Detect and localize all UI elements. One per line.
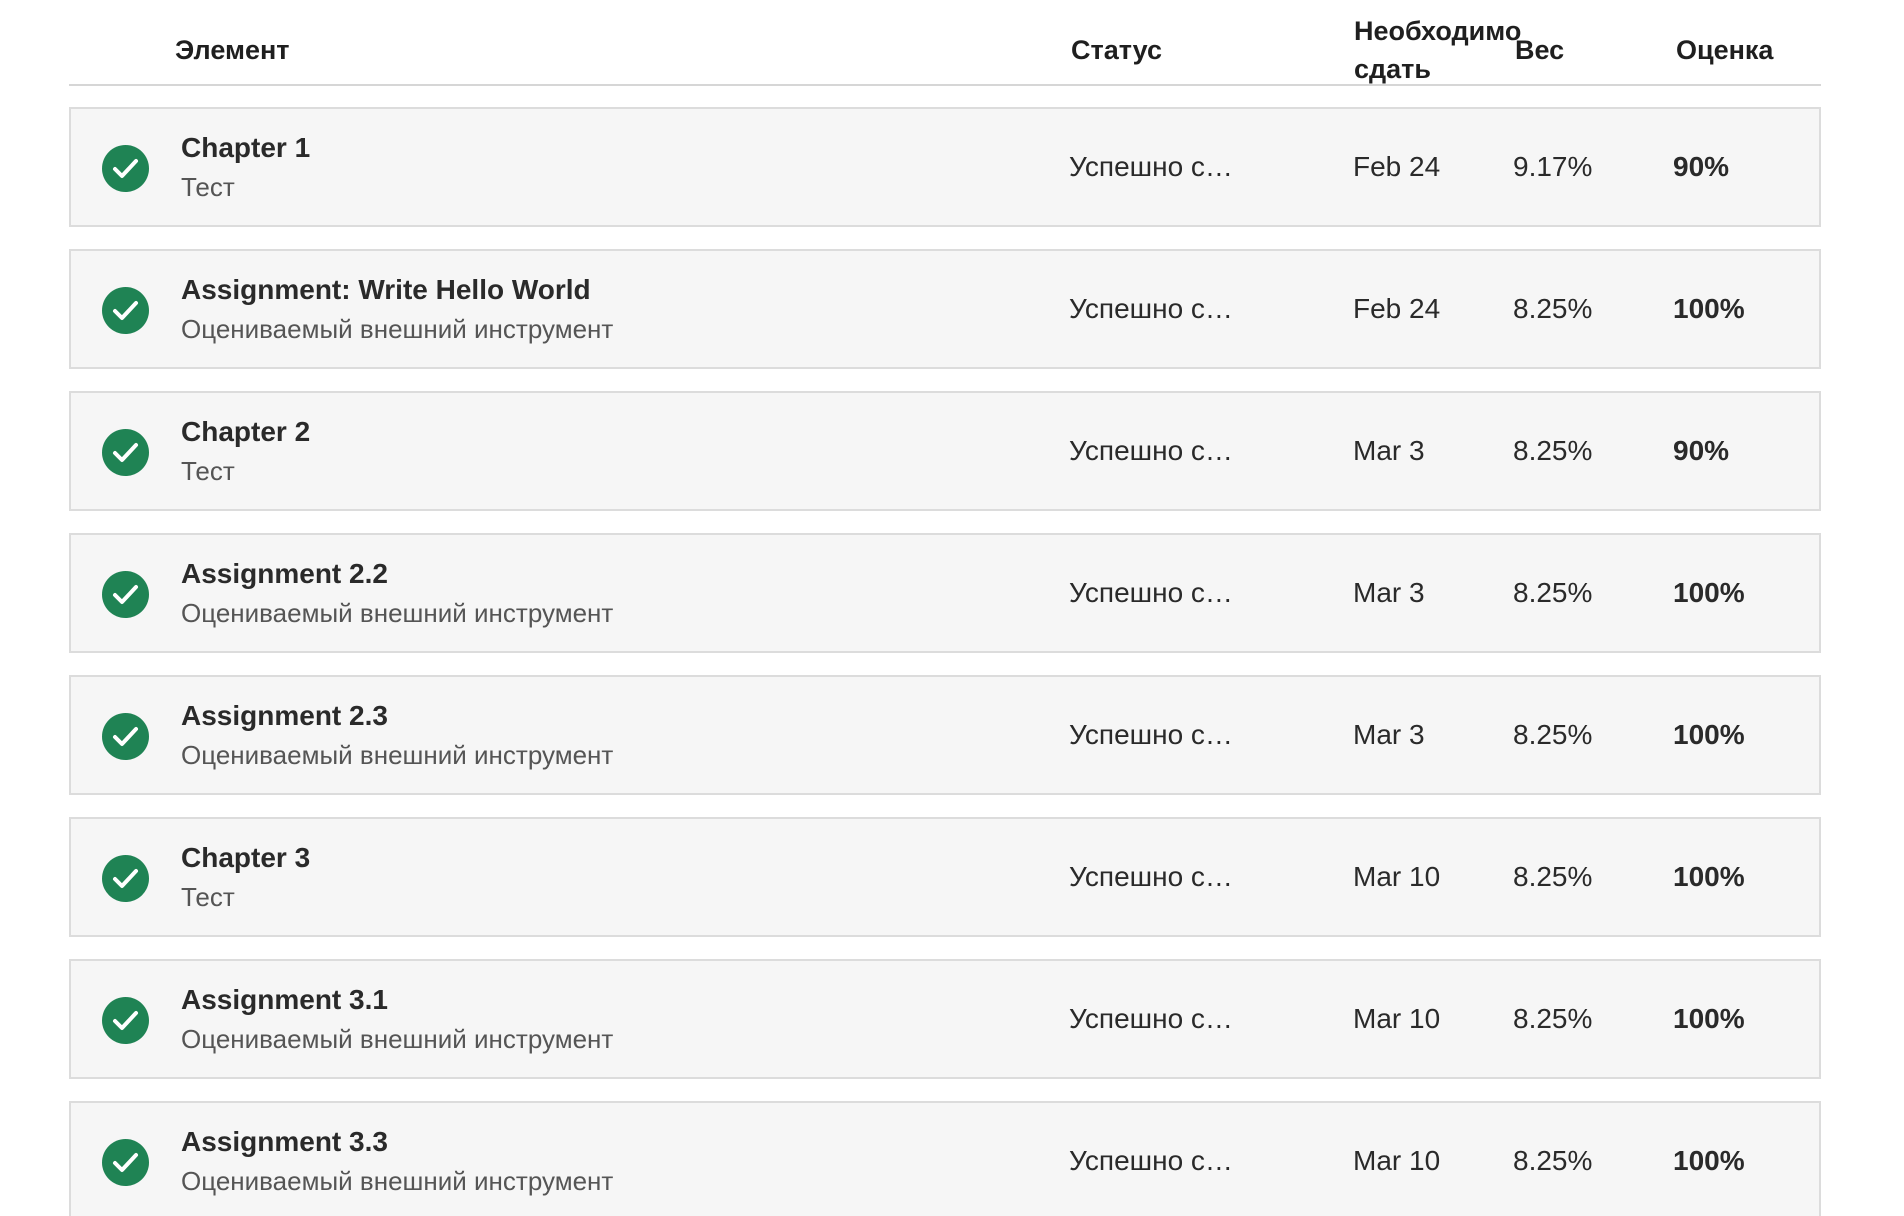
status-text: Успешно с… <box>1069 1003 1233 1034</box>
check-circle-icon <box>102 571 149 618</box>
weight-value: 9.17% <box>1513 151 1593 182</box>
check-circle-icon <box>102 997 149 1044</box>
item-title-link[interactable]: Assignment: Write Hello World <box>181 273 591 307</box>
column-header-weight[interactable]: Вес <box>1515 33 1564 67</box>
weight-value: 8.25% <box>1513 435 1593 466</box>
item-title-link[interactable]: Chapter 2 <box>181 415 310 449</box>
item-type: Тест <box>181 172 235 202</box>
table-row[interactable]: Chapter 3 Тест Успешно с… Mar 10 8.25% 1… <box>69 817 1821 937</box>
grade-value: 100% <box>1673 1003 1745 1034</box>
due-date: Mar 3 <box>1353 577 1425 608</box>
check-circle-icon <box>102 287 149 334</box>
table-row[interactable]: Chapter 2 Тест Успешно с… Mar 3 8.25% 90… <box>69 391 1821 511</box>
table-row[interactable]: Assignment 2.2 Оцениваемый внешний инстр… <box>69 533 1821 653</box>
item-type: Оцениваемый внешний инструмент <box>181 314 614 344</box>
table-row[interactable]: Assignment 3.1 Оцениваемый внешний инстр… <box>69 959 1821 1079</box>
due-date: Mar 10 <box>1353 1003 1441 1034</box>
table-row[interactable]: Assignment 3.3 Оцениваемый внешний инстр… <box>69 1101 1821 1216</box>
item-title-link[interactable]: Assignment 3.3 <box>181 1125 388 1159</box>
table-row[interactable]: Assignment: Write Hello World Оцениваемы… <box>69 249 1821 369</box>
item-title-link[interactable]: Assignment 3.1 <box>181 983 388 1017</box>
status-text: Успешно с… <box>1069 577 1233 608</box>
grade-value: 100% <box>1673 719 1745 750</box>
column-header-status[interactable]: Статус <box>1071 33 1162 67</box>
grade-value: 100% <box>1673 861 1745 892</box>
status-text: Успешно с… <box>1069 1145 1233 1176</box>
weight-value: 8.25% <box>1513 861 1593 892</box>
grade-value: 90% <box>1673 435 1730 466</box>
check-circle-icon <box>102 855 149 902</box>
item-title-link[interactable]: Chapter 1 <box>181 131 310 165</box>
item-type: Оцениваемый внешний инструмент <box>181 598 614 628</box>
status-text: Успешно с… <box>1069 861 1233 892</box>
grade-value: 90% <box>1673 151 1730 182</box>
check-circle-icon <box>102 713 149 760</box>
table-row[interactable]: Chapter 1 Тест Успешно с… Feb 24 9.17% 9… <box>69 107 1821 227</box>
status-text: Успешно с… <box>1069 151 1233 182</box>
item-title-link[interactable]: Chapter 3 <box>181 841 310 875</box>
due-date: Feb 24 <box>1353 151 1441 182</box>
grade-value: 100% <box>1673 577 1745 608</box>
status-text: Успешно с… <box>1069 435 1233 466</box>
grades-page: Элемент Статус Необходимо сдать Вес Оцен… <box>0 0 1904 1216</box>
grades-table-body: Chapter 1 Тест Успешно с… Feb 24 9.17% 9… <box>69 107 1821 1216</box>
item-title-link[interactable]: Assignment 2.2 <box>181 557 388 591</box>
check-circle-icon <box>102 429 149 476</box>
column-header-item[interactable]: Элемент <box>175 33 290 67</box>
weight-value: 8.25% <box>1513 1145 1593 1176</box>
weight-value: 8.25% <box>1513 577 1593 608</box>
item-type: Тест <box>181 882 235 912</box>
status-text: Успешно с… <box>1069 293 1233 324</box>
table-header: Элемент Статус Необходимо сдать Вес Оцен… <box>69 0 1821 86</box>
check-circle-icon <box>102 1139 149 1186</box>
due-date: Mar 3 <box>1353 435 1425 466</box>
weight-value: 8.25% <box>1513 1003 1593 1034</box>
column-header-grade[interactable]: Оценка <box>1676 33 1773 67</box>
item-title-link[interactable]: Assignment 2.3 <box>181 699 388 733</box>
item-type: Оцениваемый внешний инструмент <box>181 740 614 770</box>
check-circle-icon <box>102 145 149 192</box>
due-date: Mar 10 <box>1353 1145 1441 1176</box>
due-date: Mar 10 <box>1353 861 1441 892</box>
grade-value: 100% <box>1673 293 1745 324</box>
weight-value: 8.25% <box>1513 719 1593 750</box>
due-date: Feb 24 <box>1353 293 1441 324</box>
due-date: Mar 3 <box>1353 719 1425 750</box>
item-type: Оцениваемый внешний инструмент <box>181 1024 614 1054</box>
item-type: Оцениваемый внешний инструмент <box>181 1166 614 1196</box>
status-text: Успешно с… <box>1069 719 1233 750</box>
grade-value: 100% <box>1673 1145 1745 1176</box>
item-type: Тест <box>181 456 235 486</box>
weight-value: 8.25% <box>1513 293 1593 324</box>
table-row[interactable]: Assignment 2.3 Оцениваемый внешний инстр… <box>69 675 1821 795</box>
